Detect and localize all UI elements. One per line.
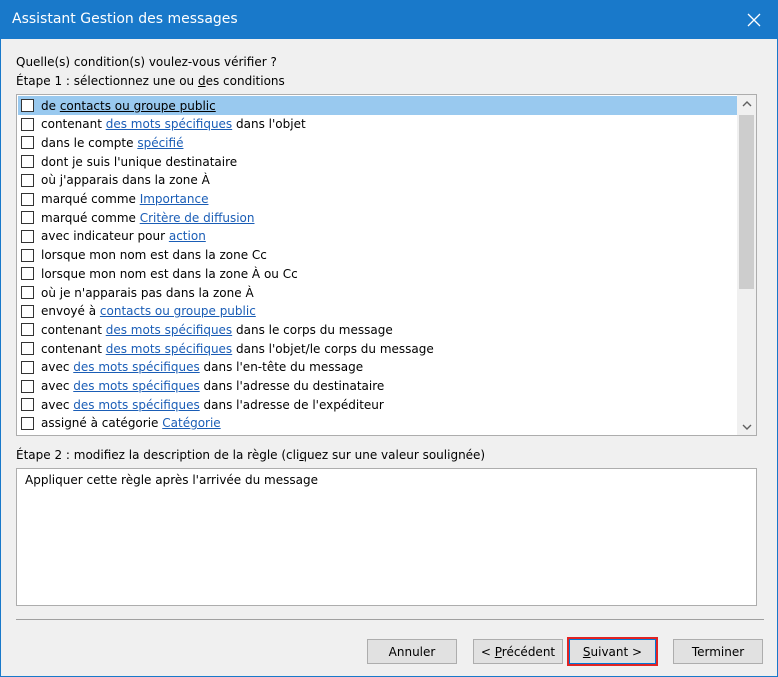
condition-text: de contacts ou groupe public <box>41 98 216 113</box>
condition-value-link[interactable]: Catégorie <box>162 416 220 430</box>
condition-item[interactable]: où je n'apparais pas dans la zone À <box>18 283 737 302</box>
condition-text: avec des mots spécifiques dans l'adresse… <box>41 397 384 412</box>
finish-label: Terminer <box>691 644 745 659</box>
condition-item[interactable]: avec indicateur pour action <box>18 227 737 246</box>
condition-checkbox[interactable] <box>21 379 34 393</box>
condition-text: avec indicateur pour action <box>41 229 206 244</box>
condition-checkbox[interactable] <box>21 267 34 281</box>
condition-value-link[interactable]: des mots spécifiques <box>73 398 199 412</box>
condition-item[interactable]: contenant des mots spécifiques dans l'ob… <box>18 339 737 358</box>
condition-checkbox[interactable] <box>21 248 34 262</box>
condition-checkbox[interactable] <box>21 360 34 374</box>
cancel-label: Annuler <box>388 644 436 659</box>
condition-checkbox[interactable] <box>21 155 34 169</box>
condition-text: contenant des mots spécifiques dans l'ob… <box>41 117 306 132</box>
previous-button[interactable]: < Précédent <box>473 639 563 664</box>
condition-item[interactable]: envoyé à contacts ou groupe public <box>18 302 737 321</box>
condition-checkbox[interactable] <box>21 99 34 112</box>
scroll-up-button[interactable] <box>737 95 756 112</box>
scroll-down-button[interactable] <box>737 418 756 435</box>
condition-item[interactable]: de contacts ou groupe public <box>18 96 737 115</box>
question-label: Quelle(s) condition(s) voulez-vous vérif… <box>16 55 277 69</box>
next-label: Suivant > <box>582 644 643 659</box>
condition-checkbox[interactable] <box>21 229 34 243</box>
condition-text: contenant des mots spécifiques dans l'ob… <box>41 341 434 356</box>
step2-label: Étape 2 : modifiez la description de la … <box>16 448 486 462</box>
condition-text: avec des mots spécifiques dans l'en-tête… <box>41 360 364 375</box>
condition-value-link[interactable]: des mots spécifiques <box>106 342 232 356</box>
scroll-thumb[interactable] <box>739 115 754 289</box>
condition-text: lorsque mon nom est dans la zone À ou Cc <box>41 266 298 281</box>
condition-checkbox[interactable] <box>21 398 34 412</box>
condition-item[interactable]: avec des mots spécifiques dans l'en-tête… <box>18 358 737 377</box>
close-icon <box>747 13 761 27</box>
condition-checkbox[interactable] <box>21 286 34 299</box>
condition-text: marqué comme Importance <box>41 192 209 206</box>
condition-checkbox[interactable] <box>21 192 34 206</box>
condition-value-link[interactable]: action <box>169 229 206 243</box>
finish-button[interactable]: Terminer <box>673 639 763 664</box>
condition-value-link[interactable]: des mots spécifiques <box>73 379 199 393</box>
rule-description-box[interactable]: Appliquer cette règle après l'arrivée du… <box>16 468 757 606</box>
condition-text: lorsque mon nom est dans la zone Cc <box>41 248 267 263</box>
cancel-button[interactable]: Annuler <box>367 639 457 664</box>
condition-text: assigné à catégorie Catégorie <box>41 416 221 431</box>
condition-text: avec des mots spécifiques dans l'adresse… <box>41 379 385 393</box>
condition-value-link[interactable]: contacts ou groupe public <box>100 304 256 318</box>
condition-item[interactable]: avec des mots spécifiques dans l'adresse… <box>18 377 737 396</box>
condition-item[interactable]: avec des mots spécifiques dans l'adresse… <box>18 395 737 414</box>
condition-value-link[interactable]: des mots spécifiques <box>106 323 232 337</box>
condition-item[interactable]: marqué comme Critère de diffusion <box>18 208 737 227</box>
chevron-up-icon <box>742 100 751 106</box>
condition-checkbox[interactable] <box>21 323 34 337</box>
condition-value-link[interactable]: des mots spécifiques <box>106 117 232 131</box>
close-button[interactable] <box>731 1 777 39</box>
condition-checkbox[interactable] <box>21 304 34 318</box>
condition-item[interactable]: dont je suis l'unique destinataire <box>18 152 737 171</box>
condition-checkbox[interactable] <box>21 173 34 187</box>
divider <box>16 619 764 620</box>
next-button[interactable]: Suivant > <box>567 637 658 666</box>
condition-item[interactable]: où j'apparais dans la zone À <box>18 171 737 190</box>
chevron-down-icon <box>742 424 751 430</box>
condition-text: marqué comme Critère de diffusion <box>41 210 255 225</box>
rules-wizard-dialog: Assistant Gestion des messages Quelle(s)… <box>0 0 778 677</box>
rule-description-text: Appliquer cette règle après l'arrivée du… <box>25 473 318 487</box>
condition-item[interactable]: lorsque mon nom est dans la zone À ou Cc <box>18 264 737 283</box>
conditions-list[interactable]: de contacts ou groupe public contenant de… <box>16 94 757 436</box>
condition-text: où je n'apparais pas dans la zone À <box>41 285 254 300</box>
condition-checkbox[interactable] <box>21 136 34 150</box>
condition-text: où j'apparais dans la zone À <box>41 173 210 188</box>
condition-text: dont je suis l'unique destinataire <box>41 154 238 169</box>
step1-label: Étape 1 : sélectionnez une ou des condit… <box>16 74 285 88</box>
condition-item[interactable]: dans le compte spécifié <box>18 133 737 152</box>
condition-text: envoyé à contacts ou groupe public <box>41 304 256 319</box>
condition-checkbox[interactable] <box>21 211 34 225</box>
condition-value-link[interactable]: Critère de diffusion <box>140 211 255 225</box>
condition-item[interactable]: marqué comme Importance <box>18 190 737 209</box>
window-title: Assistant Gestion des messages <box>12 11 238 27</box>
previous-label: < Précédent <box>480 644 556 659</box>
vertical-scrollbar[interactable] <box>737 95 756 435</box>
condition-text: dans le compte spécifié <box>41 135 184 150</box>
condition-checkbox[interactable] <box>21 416 34 430</box>
condition-item[interactable]: assigné à catégorie Catégorie <box>18 414 737 433</box>
condition-text: contenant des mots spécifiques dans le c… <box>41 322 393 337</box>
condition-item[interactable]: contenant des mots spécifiques dans le c… <box>18 320 737 339</box>
condition-value-link[interactable]: spécifié <box>137 136 183 150</box>
condition-item[interactable]: lorsque mon nom est dans la zone Cc <box>18 246 737 265</box>
title-bar: Assistant Gestion des messages <box>1 1 777 39</box>
condition-value-link[interactable]: des mots spécifiques <box>73 360 199 374</box>
condition-item[interactable]: contenant des mots spécifiques dans l'ob… <box>18 115 737 134</box>
condition-value-link[interactable]: contacts ou groupe public <box>60 99 216 113</box>
condition-value-link[interactable]: Importance <box>140 192 209 206</box>
condition-checkbox[interactable] <box>21 342 34 356</box>
condition-checkbox[interactable] <box>21 117 34 131</box>
